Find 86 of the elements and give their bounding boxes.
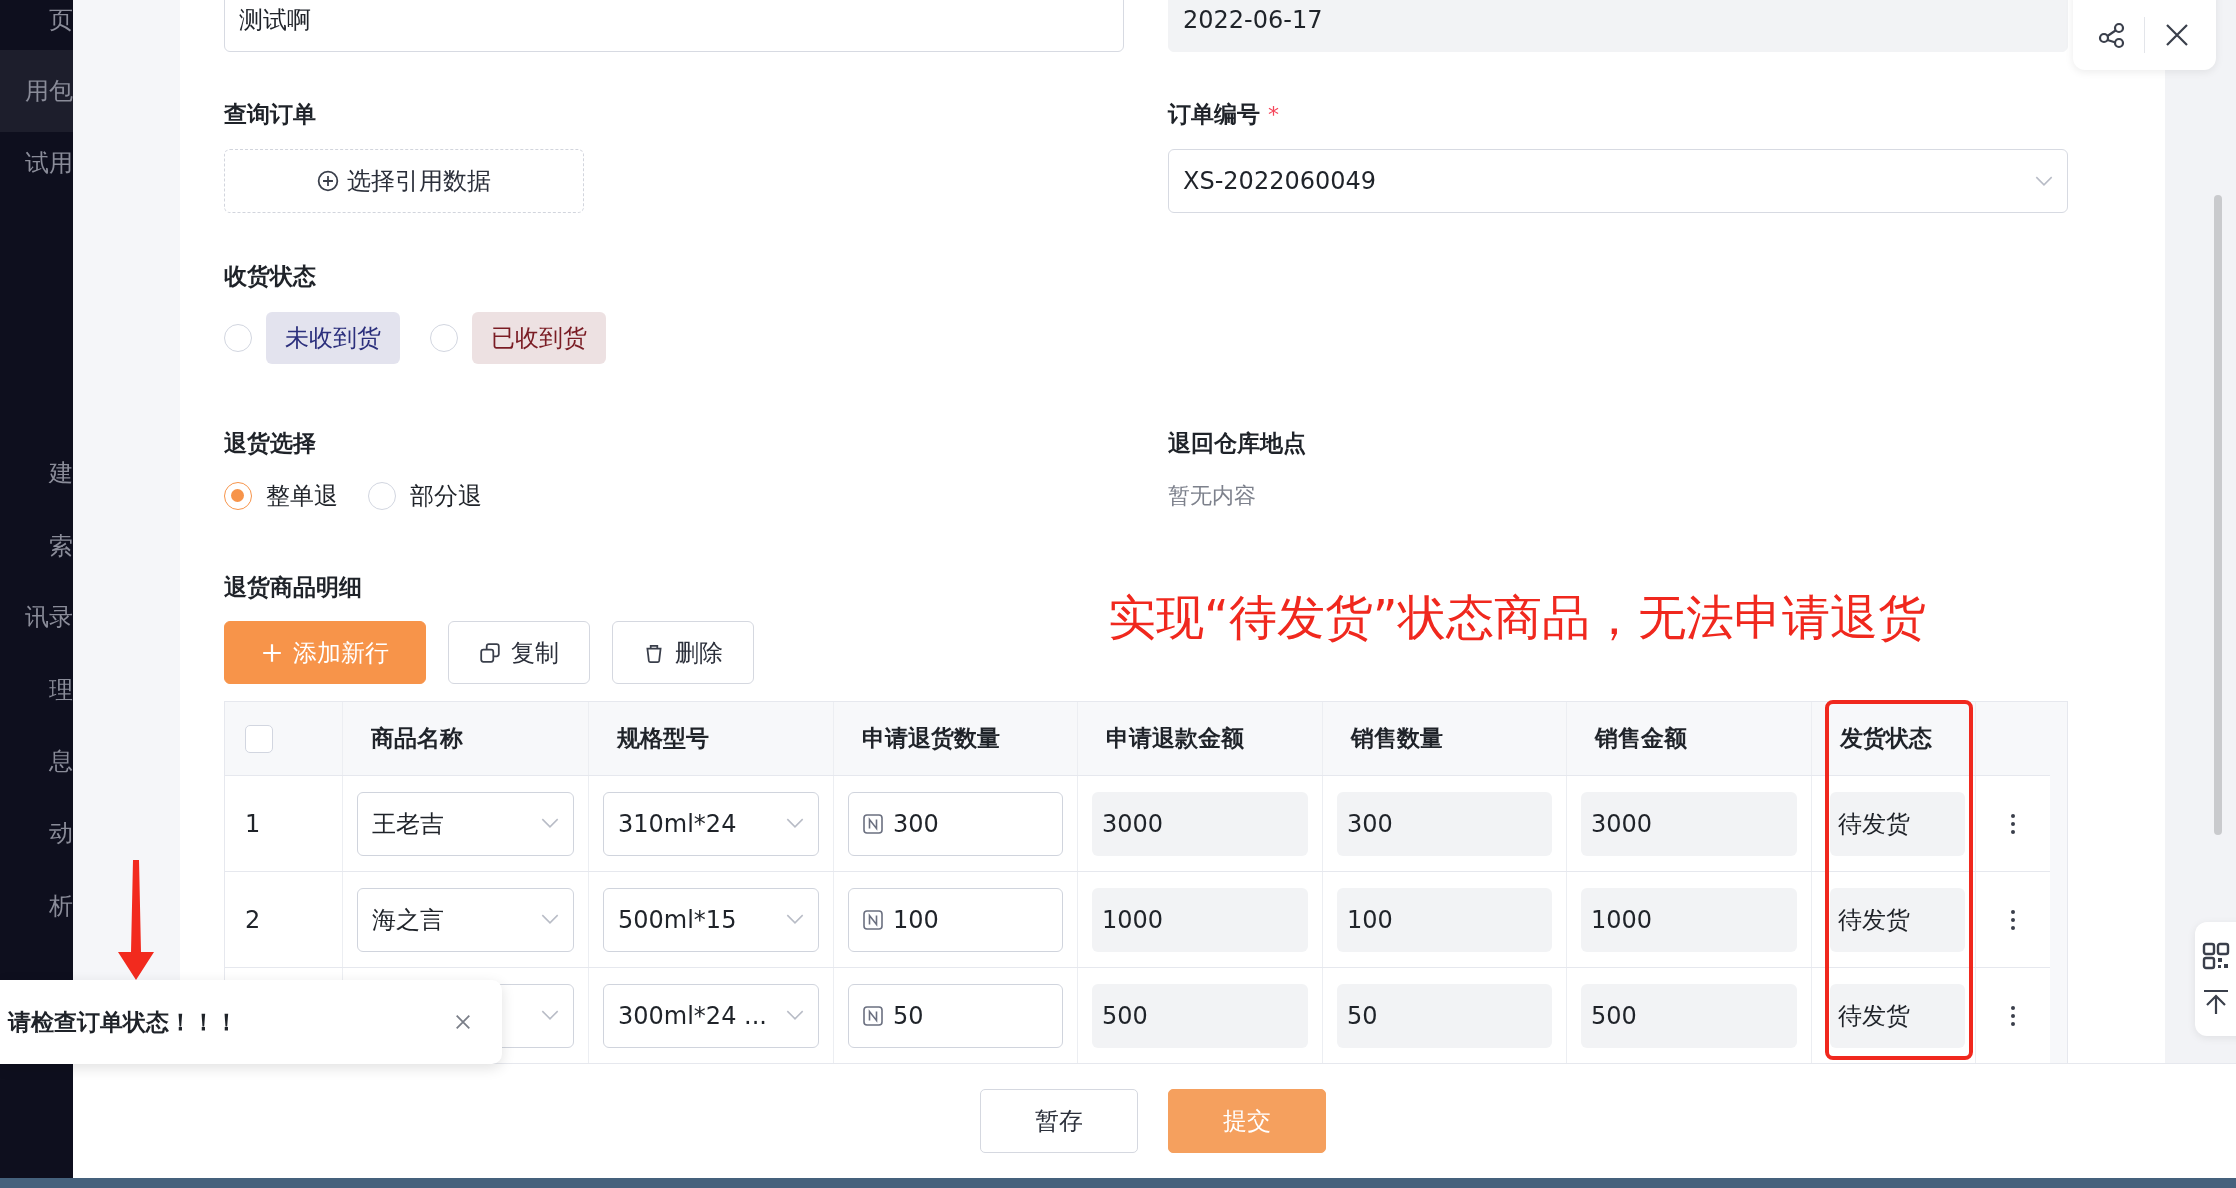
text-field[interactable]: 测试啊 <box>224 0 1124 52</box>
sidebar-item[interactable]: 理 <box>0 662 73 718</box>
column-header: 申请退款金额 <box>1106 724 1244 753</box>
column-header: 销售金额 <box>1595 724 1687 753</box>
product-select[interactable]: 王老吉 <box>357 791 574 856</box>
share-icon[interactable] <box>2098 21 2126 49</box>
toast-message: 请检查订单状态！！！ <box>8 1007 238 1037</box>
caret-icon <box>786 818 804 829</box>
readonly-field: 1000 <box>1581 887 1797 952</box>
delete-button[interactable]: 删除 <box>612 621 754 684</box>
sidebar-item[interactable]: 索 <box>0 518 73 574</box>
readonly-field: 3000 <box>1092 791 1308 856</box>
quantity-input[interactable]: 300 <box>848 791 1063 856</box>
status-tag: 已收到货 <box>472 312 606 364</box>
radio-button[interactable] <box>368 482 396 510</box>
column-header: 发货状态 <box>1840 724 1932 753</box>
status-field: 待发货 <box>1830 983 1965 1048</box>
readonly-field: 300 <box>1337 791 1552 856</box>
quantity-input[interactable]: 100 <box>848 887 1063 952</box>
field-label: 退回仓库地点 <box>1168 429 1307 458</box>
back-to-top-icon[interactable] <box>2202 988 2230 1016</box>
readonly-field: 1000 <box>1092 887 1308 952</box>
number-icon <box>863 1005 883 1026</box>
status-field: 待发货 <box>1830 887 1965 952</box>
spec-select[interactable]: 500ml*15 <box>603 887 819 952</box>
sidebar-item[interactable]: 讯录 <box>0 589 73 645</box>
sidebar-item[interactable]: 析 <box>0 878 73 934</box>
required-mark: * <box>1268 101 1279 127</box>
save-draft-button[interactable]: 暂存 <box>980 1089 1138 1153</box>
column-header: 商品名称 <box>371 724 463 753</box>
spec-select[interactable]: 300ml*24 ... <box>603 983 819 1048</box>
plus-icon <box>261 641 283 664</box>
caret-icon <box>786 914 804 925</box>
more-icon[interactable] <box>2010 908 2016 931</box>
radio-label: 整单退 <box>266 481 338 512</box>
status-tag: 未收到货 <box>266 312 400 364</box>
readonly-field: 500 <box>1581 983 1797 1048</box>
row-number: 1 <box>245 809 261 838</box>
sidebar-item[interactable]: 动 <box>0 805 73 861</box>
readonly-field: 3000 <box>1581 791 1797 856</box>
copy-button[interactable]: 复制 <box>448 621 590 684</box>
readonly-field: 500 <box>1092 983 1308 1048</box>
caret-icon <box>786 1010 804 1021</box>
caret-icon <box>2035 175 2053 187</box>
radio-button[interactable] <box>430 324 458 352</box>
plus-circle-icon <box>317 170 339 192</box>
spec-select[interactable]: 310ml*24 <box>603 791 819 856</box>
status-field: 待发货 <box>1830 791 1965 856</box>
column-header: 销售数量 <box>1351 724 1443 753</box>
caret-icon <box>541 818 559 829</box>
text-field: 2022-06-17 <box>1168 0 2068 52</box>
arrow-icon <box>116 858 156 982</box>
section-label: 退货商品明细 <box>224 573 363 602</box>
sidebar-item[interactable]: 试用 <box>0 135 73 191</box>
caret-icon <box>541 1010 559 1021</box>
empty-text: 暂无内容 <box>1168 482 1257 510</box>
radio-label: 部分退 <box>410 481 482 512</box>
sidebar-item[interactable]: 息 <box>0 733 73 789</box>
field-label: 退货选择 <box>224 429 317 458</box>
row-number: 2 <box>245 905 261 934</box>
caret-icon <box>541 914 559 925</box>
column-header: 规格型号 <box>617 724 709 753</box>
more-icon[interactable] <box>2010 1004 2016 1027</box>
scrollbar[interactable] <box>2214 195 2222 835</box>
readonly-field: 50 <box>1337 983 1552 1048</box>
number-icon <box>863 813 883 834</box>
field-label: 查询订单 <box>224 100 317 129</box>
qr-code-icon[interactable] <box>2202 942 2230 970</box>
quantity-input[interactable]: 50 <box>848 983 1063 1048</box>
radio-button[interactable] <box>224 324 252 352</box>
radio-button[interactable] <box>224 482 252 510</box>
copy-icon <box>479 641 501 664</box>
select-data-button[interactable]: 选择引用数据 <box>224 149 584 213</box>
field-label: 订单编号 <box>1168 100 1260 129</box>
annotation-text: 实现“待发货”状态商品，无法申请退货 <box>1108 588 1926 647</box>
sidebar-item[interactable]: 用包 <box>0 50 73 132</box>
number-icon <box>863 909 883 930</box>
readonly-field: 100 <box>1337 887 1552 952</box>
select-all-checkbox[interactable] <box>245 724 273 753</box>
field-label: 收货状态 <box>224 262 317 291</box>
sidebar-item[interactable]: 页 <box>0 0 73 48</box>
sidebar-item[interactable]: 建 <box>0 445 73 501</box>
product-select[interactable]: 海之言 <box>357 887 574 952</box>
column-header: 申请退货数量 <box>862 724 1000 753</box>
order-number-select[interactable]: XS-2022060049 <box>1168 149 2068 213</box>
more-icon[interactable] <box>2010 812 2016 835</box>
